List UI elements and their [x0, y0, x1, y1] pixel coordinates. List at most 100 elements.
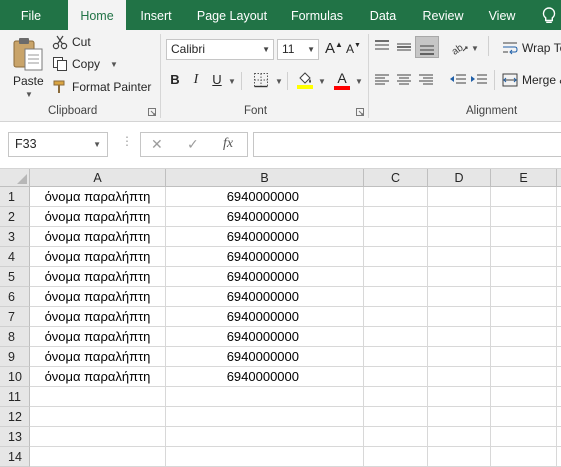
cell-empty[interactable] — [364, 407, 428, 427]
insert-function-icon[interactable]: fx — [223, 136, 233, 152]
worksheet-grid[interactable]: A B C D E 1 όνομα παραλήπτη 6940000000 2 όνο… — [0, 169, 561, 467]
tab-home[interactable]: Home — [68, 0, 126, 31]
tell-me-lightbulb-icon[interactable] — [539, 6, 559, 26]
tab-data[interactable]: Data — [362, 0, 404, 30]
cell-empty[interactable] — [491, 227, 557, 247]
cell-empty[interactable] — [491, 447, 557, 467]
row-header[interactable]: 1 — [0, 187, 30, 207]
cell-phone[interactable]: 6940000000 — [166, 327, 364, 347]
cell-empty[interactable] — [557, 447, 561, 467]
cell-name[interactable]: όνομα παραλήπτη — [30, 187, 166, 207]
cell-empty[interactable] — [364, 207, 428, 227]
cell-name[interactable]: όνομα παραλήπτη — [30, 267, 166, 287]
name-box[interactable]: F33 ▼ — [8, 132, 108, 157]
row-header[interactable]: 13 — [0, 427, 30, 447]
cell-empty[interactable] — [491, 267, 557, 287]
enter-check-icon[interactable]: ✓ — [187, 136, 199, 153]
cell-phone[interactable] — [166, 447, 364, 467]
cell-empty[interactable] — [364, 267, 428, 287]
borders-dropdown-icon[interactable]: ▼ — [275, 77, 283, 86]
cell-phone[interactable]: 6940000000 — [166, 367, 364, 387]
cell-empty[interactable] — [491, 367, 557, 387]
cell-name[interactable] — [30, 387, 166, 407]
cell-phone[interactable]: 6940000000 — [166, 187, 364, 207]
cell-empty[interactable] — [491, 347, 557, 367]
cell-phone[interactable] — [166, 427, 364, 447]
tab-insert[interactable]: Insert — [132, 0, 180, 30]
row-header[interactable]: 14 — [0, 447, 30, 467]
cell-empty[interactable] — [491, 427, 557, 447]
cell-empty[interactable] — [491, 307, 557, 327]
row-header[interactable]: 3 — [0, 227, 30, 247]
cell-empty[interactable] — [364, 287, 428, 307]
cell-empty[interactable] — [364, 447, 428, 467]
cell-empty[interactable] — [428, 447, 491, 467]
cell-empty[interactable] — [428, 187, 491, 207]
cell-empty[interactable] — [491, 247, 557, 267]
font-name-combo[interactable]: Calibri ▼ — [166, 39, 274, 60]
cell-empty[interactable] — [557, 427, 561, 447]
tab-view[interactable]: View — [480, 0, 524, 30]
cell-empty[interactable] — [491, 287, 557, 307]
row-header[interactable]: 2 — [0, 207, 30, 227]
cell-empty[interactable] — [557, 327, 561, 347]
cell-empty[interactable] — [428, 267, 491, 287]
cell-empty[interactable] — [491, 187, 557, 207]
cell-phone[interactable]: 6940000000 — [166, 247, 364, 267]
font-name-dropdown-icon[interactable]: ▼ — [262, 40, 270, 59]
column-header-c[interactable]: C — [364, 169, 428, 187]
cell-empty[interactable] — [491, 407, 557, 427]
cell-empty[interactable] — [428, 327, 491, 347]
cut-button[interactable]: Cut — [52, 34, 91, 50]
column-header-f[interactable] — [557, 169, 561, 187]
row-header[interactable]: 7 — [0, 307, 30, 327]
cell-phone[interactable]: 6940000000 — [166, 227, 364, 247]
cell-empty[interactable] — [364, 327, 428, 347]
cell-empty[interactable] — [428, 247, 491, 267]
underline-button[interactable]: U — [207, 70, 227, 90]
cell-empty[interactable] — [557, 407, 561, 427]
top-align-icon[interactable] — [374, 40, 390, 54]
row-header[interactable]: 8 — [0, 327, 30, 347]
cell-name[interactable] — [30, 447, 166, 467]
cell-phone[interactable]: 6940000000 — [166, 347, 364, 367]
cancel-icon[interactable]: ✕ — [151, 136, 163, 153]
decrease-indent-icon[interactable] — [449, 73, 467, 87]
cell-name[interactable]: όνομα παραλήπτη — [30, 347, 166, 367]
cell-empty[interactable] — [364, 247, 428, 267]
align-right-icon[interactable] — [418, 73, 434, 87]
cell-name[interactable]: όνομα παραλήπτη — [30, 207, 166, 227]
column-header-e[interactable]: E — [491, 169, 557, 187]
cell-name[interactable] — [30, 407, 166, 427]
cell-empty[interactable] — [557, 307, 561, 327]
font-color-button[interactable]: A — [333, 70, 351, 90]
font-color-dropdown-icon[interactable]: ▼ — [355, 77, 363, 86]
cell-empty[interactable] — [557, 347, 561, 367]
cell-empty[interactable] — [557, 367, 561, 387]
cell-empty[interactable] — [428, 387, 491, 407]
cell-empty[interactable] — [557, 187, 561, 207]
cell-empty[interactable] — [364, 307, 428, 327]
align-left-icon[interactable] — [374, 73, 390, 87]
cell-empty[interactable] — [364, 387, 428, 407]
cell-empty[interactable] — [428, 207, 491, 227]
cell-empty[interactable] — [557, 207, 561, 227]
row-header[interactable]: 4 — [0, 247, 30, 267]
cell-empty[interactable] — [364, 187, 428, 207]
paste-button[interactable]: Paste ▼ — [6, 34, 50, 100]
row-header[interactable]: 12 — [0, 407, 30, 427]
cell-empty[interactable] — [557, 247, 561, 267]
orientation-dropdown-icon[interactable]: ▼ — [471, 44, 479, 53]
column-header-b[interactable]: B — [166, 169, 364, 187]
name-box-dropdown-icon[interactable]: ▼ — [93, 133, 101, 156]
borders-icon[interactable] — [253, 72, 269, 88]
row-header[interactable]: 6 — [0, 287, 30, 307]
cell-name[interactable] — [30, 427, 166, 447]
cell-empty[interactable] — [428, 427, 491, 447]
row-header[interactable]: 9 — [0, 347, 30, 367]
cell-name[interactable]: όνομα παραλήπτη — [30, 327, 166, 347]
tab-page-layout[interactable]: Page Layout — [192, 0, 272, 30]
font-size-dropdown-icon[interactable]: ▼ — [307, 40, 315, 59]
cell-phone[interactable]: 6940000000 — [166, 207, 364, 227]
cell-empty[interactable] — [428, 367, 491, 387]
